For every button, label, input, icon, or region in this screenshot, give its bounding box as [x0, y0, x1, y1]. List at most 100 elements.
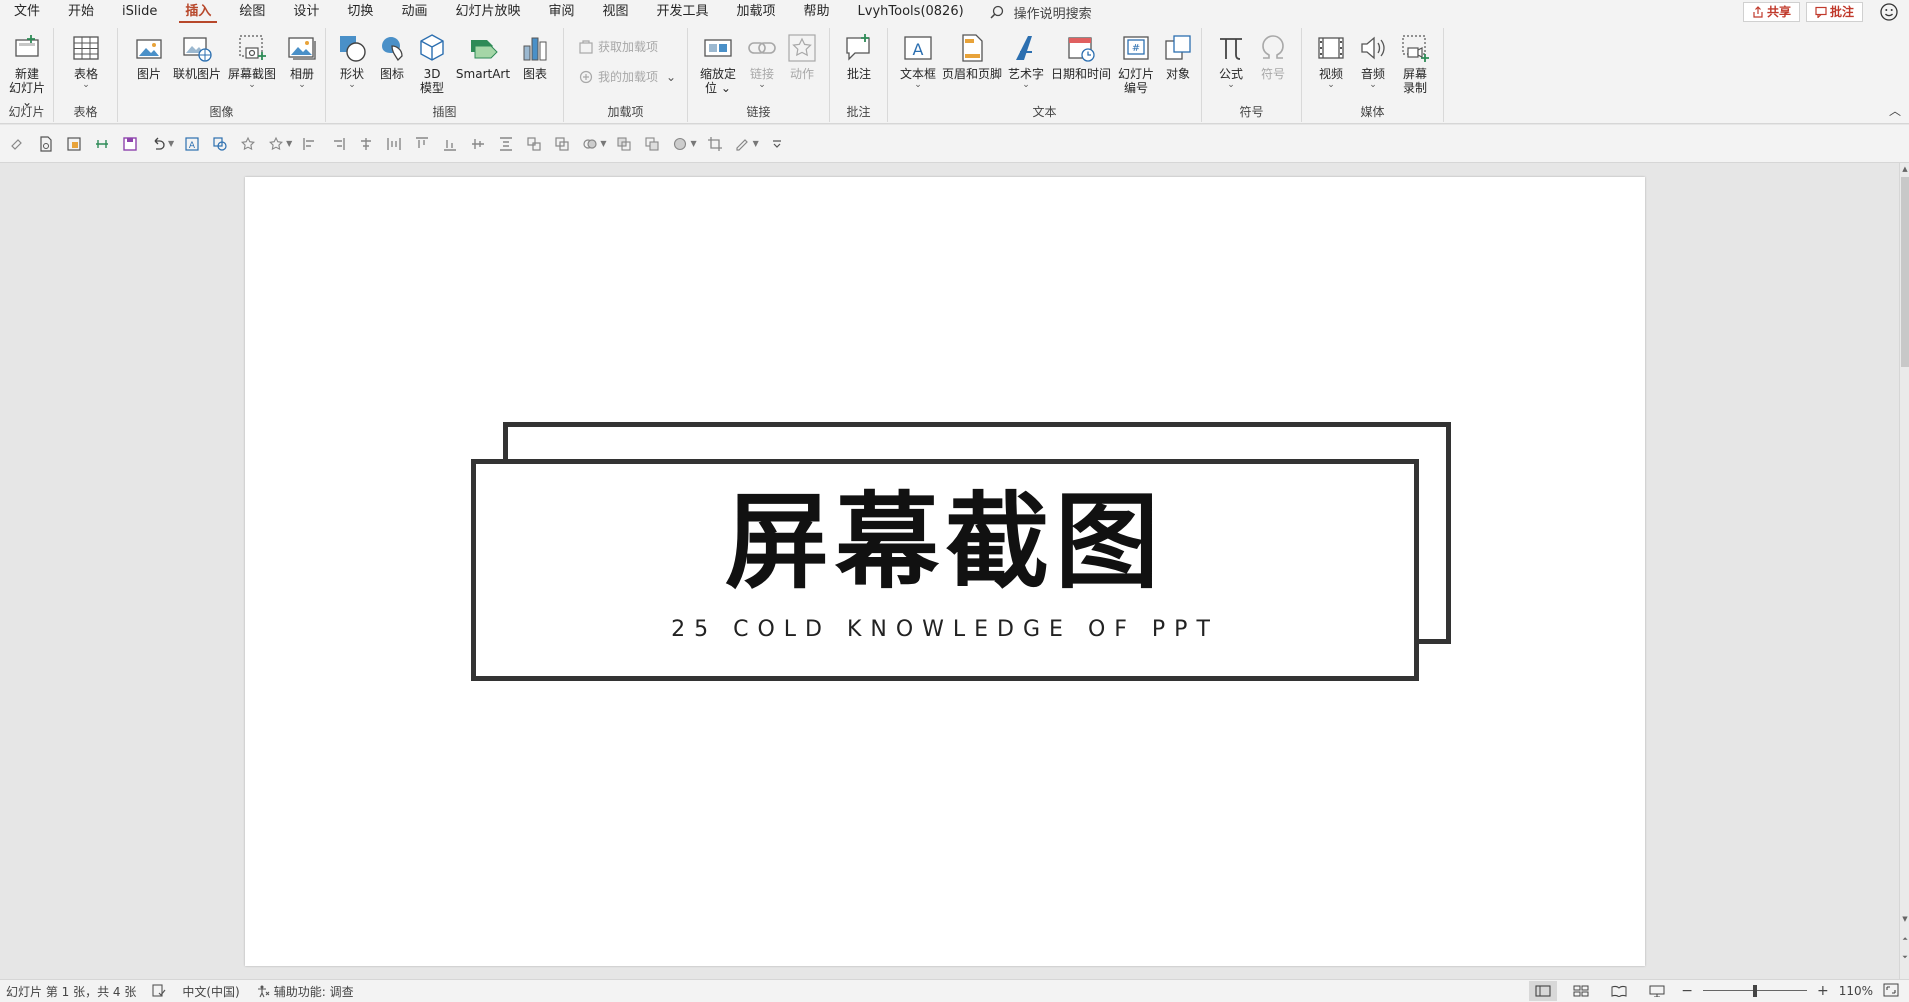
- insert-image-icon[interactable]: [64, 134, 84, 154]
- next-slide-icon[interactable]: ⏷: [1900, 953, 1909, 962]
- bring-forward-icon[interactable]: [614, 134, 634, 154]
- collapse-ribbon-icon[interactable]: ︿: [1889, 102, 1901, 119]
- undo-dropdown-icon[interactable]: ▼: [168, 139, 174, 148]
- zoom-slider[interactable]: [1702, 981, 1807, 1001]
- tab-file[interactable]: 文件: [0, 0, 54, 24]
- normal-view-icon[interactable]: [1529, 981, 1558, 1001]
- zoom-thumb[interactable]: [1752, 985, 1757, 997]
- save-icon[interactable]: [120, 134, 140, 154]
- distribute-horizontal-icon[interactable]: [384, 134, 404, 154]
- zoom-button[interactable]: 缩放定 位 ⌄: [694, 32, 742, 95]
- language-indicator[interactable]: 中文(中国): [182, 983, 239, 1000]
- tab-review[interactable]: 审阅: [534, 0, 588, 24]
- tab-developer[interactable]: 开发工具: [643, 0, 723, 24]
- new-slide-button[interactable]: 新建 幻灯片 ⌄: [3, 32, 51, 109]
- datetime-button[interactable]: 日期和时间: [1048, 32, 1114, 81]
- edit-shape-dropdown-icon[interactable]: ▼: [753, 139, 759, 148]
- scrollbar-thumb[interactable]: [1901, 177, 1909, 367]
- align-middle-vertical-icon[interactable]: [468, 134, 488, 154]
- object-button[interactable]: 对象: [1158, 32, 1198, 81]
- group-icon[interactable]: [524, 134, 544, 154]
- picture-button[interactable]: 图片: [128, 32, 170, 81]
- previous-slide-icon[interactable]: ⏶: [1900, 935, 1909, 944]
- align-right-icon[interactable]: [328, 134, 348, 154]
- get-addins-button[interactable]: 获取加载项: [578, 38, 658, 55]
- tab-insert[interactable]: 插入: [171, 0, 225, 24]
- video-button[interactable]: 视频 ⌄: [1310, 32, 1352, 90]
- fill-dropdown-icon[interactable]: ▼: [690, 139, 696, 148]
- accessibility-indicator[interactable]: 辅助功能: 调查: [256, 983, 354, 1000]
- fit-to-window-icon[interactable]: [1883, 983, 1899, 1000]
- tab-lvyhtools[interactable]: LvyhTools(0826): [844, 0, 978, 24]
- merge-shapes-icon[interactable]: [580, 134, 600, 154]
- textbox-button[interactable]: A 文本框 ⌄: [896, 32, 940, 90]
- shapes-button[interactable]: 形状 ⌄: [332, 32, 372, 90]
- merge-dropdown-icon[interactable]: ▼: [600, 139, 606, 148]
- ungroup-icon[interactable]: [552, 134, 572, 154]
- reading-view-icon[interactable]: [1605, 981, 1633, 1001]
- format-painter-icon[interactable]: [8, 134, 28, 154]
- star-dropdown-icon[interactable]: ▼: [286, 139, 292, 148]
- slide-subtitle[interactable]: 25 COLD KNOWLEDGE OF PPT: [471, 617, 1419, 642]
- text-box-small-icon[interactable]: A: [182, 134, 202, 154]
- audio-button[interactable]: 音频 ⌄: [1352, 32, 1394, 90]
- comments-button[interactable]: 批注: [1805, 2, 1863, 22]
- spellcheck-icon[interactable]: [152, 984, 166, 998]
- comment-button[interactable]: 批注: [838, 32, 880, 81]
- link-button[interactable]: 链接 ⌄: [742, 32, 782, 90]
- slide[interactable]: 屏幕截图 25 COLD KNOWLEDGE OF PPT: [245, 177, 1645, 966]
- scroll-up-icon[interactable]: ▲: [1900, 165, 1909, 173]
- tab-addins[interactable]: 加载项: [723, 0, 790, 24]
- star-outline-2-icon[interactable]: [266, 134, 286, 154]
- zoom-in-button[interactable]: +: [1817, 983, 1829, 999]
- star-outline-icon[interactable]: [238, 134, 258, 154]
- send-backward-icon[interactable]: [642, 134, 662, 154]
- tab-design[interactable]: 设计: [279, 0, 333, 24]
- align-top-icon[interactable]: [412, 134, 432, 154]
- slideshow-view-icon[interactable]: [1643, 981, 1671, 1001]
- tab-islide[interactable]: iSlide: [108, 0, 171, 24]
- undo-icon[interactable]: [148, 134, 168, 154]
- edit-shape-icon[interactable]: [733, 134, 753, 154]
- online-picture-button[interactable]: 联机图片: [170, 32, 224, 81]
- zoom-out-button[interactable]: −: [1681, 983, 1693, 999]
- align-left-icon[interactable]: [300, 134, 320, 154]
- header-footer-button[interactable]: 页眉和页脚: [940, 32, 1004, 81]
- shapes-small-icon[interactable]: [210, 134, 230, 154]
- shape-fill-icon[interactable]: [670, 134, 690, 154]
- symbol-button[interactable]: 符号: [1252, 32, 1294, 81]
- slide-title[interactable]: 屏幕截图: [471, 487, 1419, 597]
- vertical-scrollbar[interactable]: ▲ ▼ ⏶ ⏷: [1899, 163, 1909, 979]
- tab-draw[interactable]: 绘图: [225, 0, 279, 24]
- tab-home[interactable]: 开始: [54, 0, 108, 24]
- wordart-button[interactable]: 艺术字 ⌄: [1004, 32, 1048, 90]
- album-button[interactable]: 相册 ⌄: [280, 32, 324, 90]
- slide-number-button[interactable]: # 幻灯片 编号: [1114, 32, 1158, 95]
- customize-toolbar-icon[interactable]: [767, 134, 787, 154]
- screen-recording-button[interactable]: 屏幕 录制: [1394, 32, 1436, 95]
- align-center-icon[interactable]: [356, 134, 376, 154]
- distribute-vertical-icon[interactable]: [496, 134, 516, 154]
- new-file-icon[interactable]: [36, 134, 56, 154]
- slide-sorter-view-icon[interactable]: [1567, 981, 1595, 1001]
- my-addins-button[interactable]: 我的加载项 ⌄: [578, 68, 676, 85]
- icons-button[interactable]: 图标: [372, 32, 412, 81]
- action-button[interactable]: 动作: [782, 32, 822, 81]
- smartart-button[interactable]: SmartArt: [452, 32, 514, 81]
- slide-counter[interactable]: 幻灯片 第 1 张，共 4 张: [6, 983, 136, 1000]
- share-button[interactable]: 共享: [1742, 2, 1800, 22]
- screenshot-button[interactable]: 屏幕截图 ⌄: [224, 32, 280, 90]
- 3d-models-button[interactable]: 3D 模型: [412, 32, 452, 95]
- tell-me-search[interactable]: 操作说明搜索: [990, 0, 1092, 24]
- scroll-down-icon[interactable]: ▼: [1900, 915, 1909, 923]
- tab-animations[interactable]: 动画: [387, 0, 441, 24]
- table-button[interactable]: 表格 ⌄: [62, 32, 110, 90]
- chart-button[interactable]: 图表: [514, 32, 556, 81]
- crop-icon[interactable]: [705, 134, 725, 154]
- zoom-level[interactable]: 110%: [1839, 984, 1873, 998]
- align-middle-icon[interactable]: [92, 134, 112, 154]
- tab-view[interactable]: 视图: [588, 0, 642, 24]
- equation-button[interactable]: 公式 ⌄: [1210, 32, 1252, 90]
- align-bottom-icon[interactable]: [440, 134, 460, 154]
- chevron-down-icon[interactable]: ⌄: [666, 70, 676, 84]
